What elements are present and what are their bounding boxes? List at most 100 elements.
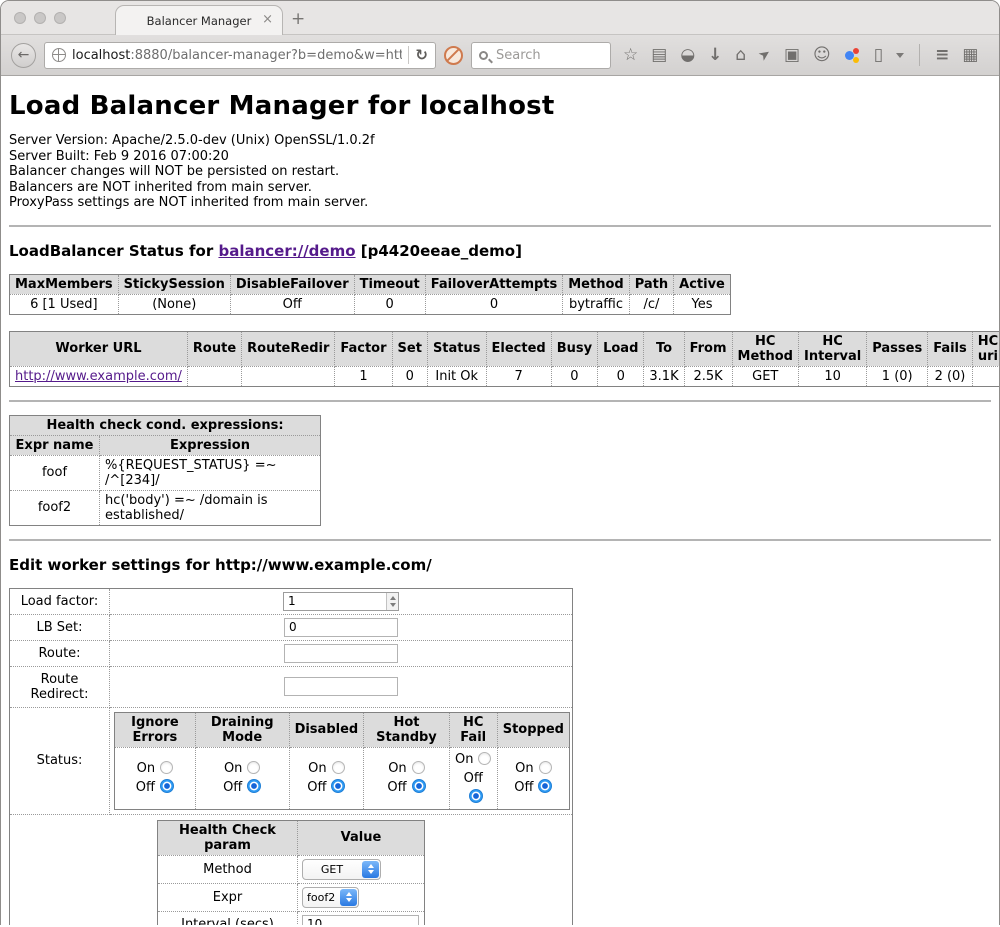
number-spinner[interactable] — [386, 593, 398, 610]
status-ignore-errors-cell: On Off — [115, 747, 196, 809]
page-content: Load Balancer Manager for localhost Serv… — [1, 91, 999, 925]
field-label: Method — [158, 855, 298, 883]
table-header-cell: HC Fail — [449, 712, 497, 747]
table-header-cell: Active — [674, 274, 731, 294]
worker-url-link[interactable]: http://www.example.com/ — [15, 369, 182, 384]
radio-on[interactable] — [478, 752, 491, 765]
table-row: 6 [1 Used] (None) Off 0 0 bytraffic /c/ … — [10, 294, 731, 314]
home-icon[interactable]: ⌂ — [735, 47, 746, 64]
interval-input[interactable] — [302, 915, 419, 926]
container-icon[interactable]: ▯ — [874, 47, 883, 64]
chevron-down-icon[interactable] — [896, 53, 904, 58]
table-header-cell: Health Check param — [158, 820, 298, 855]
chat-icon[interactable]: ☺ — [813, 47, 831, 64]
table-header-cell: DisableFailover — [230, 274, 354, 294]
close-window-button[interactable] — [14, 12, 26, 24]
health-check-params-table: Health Check param Value Method GET — [157, 820, 425, 926]
table-row: foof %{REQUEST_STATUS} =~ /^[234]/ — [10, 455, 321, 490]
bookmark-star-icon[interactable]: ☆ — [623, 47, 638, 64]
menu-icon[interactable]: ≡ — [935, 47, 949, 64]
radio-on[interactable] — [539, 761, 552, 774]
table-header-cell: Timeout — [354, 274, 425, 294]
table-cell: 7 — [486, 366, 551, 386]
hc-method-row: Method GET — [158, 855, 425, 883]
off-label: Off — [223, 780, 242, 795]
new-tab-button[interactable]: + — [291, 9, 305, 29]
zoom-window-button[interactable] — [54, 12, 66, 24]
apps-grid-icon[interactable]: ▦ — [962, 47, 978, 64]
table-cell: 1 (0) — [867, 366, 928, 386]
status-hot-standby-cell: On Off — [364, 747, 449, 809]
search-box[interactable] — [471, 42, 611, 69]
radio-on[interactable] — [412, 761, 425, 774]
table-header-cell: Set — [392, 331, 427, 366]
divider — [9, 400, 991, 402]
lb-set-input[interactable] — [284, 618, 398, 637]
table-row: On Off On Off On Off — [115, 747, 570, 809]
toolbar-icons: ☆ ▤ ◒ ↓ ⌂ ➤ ▣ ☺ ▯ ≡ ▦ — [623, 44, 978, 66]
load-factor-input[interactable] — [284, 593, 386, 610]
on-label: On — [388, 761, 406, 776]
radio-off[interactable] — [247, 779, 261, 793]
url-bar[interactable]: localhost:8880/balancer-manager?b=demo&w… — [44, 42, 436, 69]
table-cell: 1 — [335, 366, 392, 386]
method-select[interactable]: GET — [302, 859, 381, 880]
url-text[interactable]: localhost:8880/balancer-manager?b=demo&w… — [72, 48, 402, 63]
colorful-dots-icon[interactable] — [844, 47, 861, 64]
table-header-cell: Factor — [335, 331, 392, 366]
table-header-cell: Worker URL — [10, 331, 188, 366]
extension-download-icon[interactable]: ▣ — [784, 47, 800, 64]
table-cell: 0 — [598, 366, 644, 386]
route-input[interactable] — [284, 644, 398, 663]
send-icon[interactable]: ➤ — [756, 46, 774, 64]
radio-off[interactable] — [469, 789, 483, 803]
table-header-cell: Stopped — [497, 712, 569, 747]
table-cell: /c/ — [629, 294, 673, 314]
radio-on[interactable] — [247, 761, 260, 774]
table-header-cell: Draining Mode — [195, 712, 289, 747]
balancer-demo-link[interactable]: balancer://demo — [218, 242, 355, 260]
tab-balancer-manager[interactable]: Balancer Manager × — [115, 5, 283, 35]
radio-off[interactable] — [331, 779, 345, 793]
on-label: On — [455, 752, 473, 767]
back-button[interactable]: ← — [11, 43, 36, 68]
table-cell: 0 — [551, 366, 597, 386]
reload-icon[interactable]: ↻ — [415, 46, 428, 64]
table-header-cell: Value — [298, 820, 425, 855]
field-label: Route: — [10, 640, 110, 666]
radio-on[interactable] — [332, 761, 345, 774]
server-info: Server Version: Apache/2.5.0-dev (Unix) … — [9, 133, 991, 211]
table-cell: GET — [732, 366, 798, 386]
balancer-status-table: MaxMembers StickySession DisableFailover… — [9, 274, 731, 315]
reading-list-icon[interactable]: ▤ — [651, 47, 667, 64]
table-header-row: Ignore Errors Draining Mode Disabled Hot… — [115, 712, 570, 747]
browser-window: Balancer Manager × + ← localhost:8880/ba… — [0, 0, 1000, 925]
minimize-window-button[interactable] — [34, 12, 46, 24]
off-label: Off — [307, 780, 326, 795]
table-header-cell: RouteRedir — [242, 331, 335, 366]
table-header-cell: Ignore Errors — [115, 712, 196, 747]
load-factor-field[interactable] — [283, 592, 399, 611]
pocket-icon[interactable]: ◒ — [680, 47, 695, 64]
table-header-cell: Passes — [867, 331, 928, 366]
server-version: Server Version: Apache/2.5.0-dev (Unix) … — [9, 133, 991, 149]
proxypass-note: ProxyPass settings are NOT inherited fro… — [9, 195, 991, 211]
table-header-cell: StickySession — [118, 274, 230, 294]
table-header-cell: MaxMembers — [10, 274, 119, 294]
radio-off[interactable] — [160, 779, 174, 793]
adblock-icon[interactable] — [444, 46, 463, 65]
status-draining-mode-cell: On Off — [195, 747, 289, 809]
search-input[interactable] — [494, 47, 603, 64]
table-cell: foof — [10, 455, 100, 490]
field-label: Expr — [158, 883, 298, 911]
field-label: Interval (secs) — [158, 911, 298, 925]
tab-close-icon[interactable]: × — [262, 13, 273, 27]
downloads-icon[interactable]: ↓ — [708, 47, 722, 64]
table-header-cell: HC Method — [732, 331, 798, 366]
radio-on[interactable] — [160, 761, 173, 774]
expr-select[interactable]: foof2 — [302, 887, 359, 908]
off-label: Off — [387, 780, 406, 795]
radio-off[interactable] — [412, 779, 426, 793]
route-redirect-input[interactable] — [284, 677, 398, 696]
radio-off[interactable] — [538, 779, 552, 793]
